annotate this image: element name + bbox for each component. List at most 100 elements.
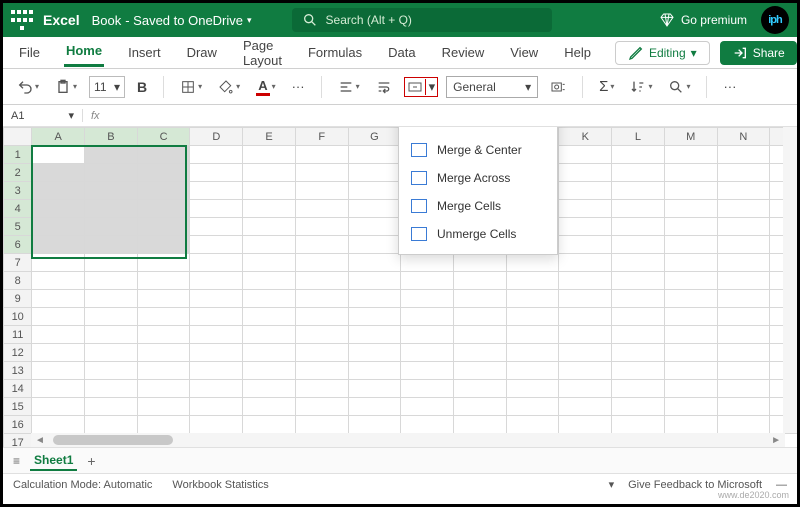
cell[interactable] — [506, 308, 559, 326]
cell[interactable] — [137, 146, 190, 164]
cell[interactable] — [454, 416, 507, 434]
cell[interactable] — [612, 290, 665, 308]
cell[interactable] — [717, 290, 770, 308]
tab-help[interactable]: Help — [562, 41, 593, 64]
number-format-select[interactable]: General ▾ — [446, 76, 538, 98]
cell[interactable] — [190, 308, 243, 326]
col-header[interactable]: G — [348, 128, 401, 146]
cell[interactable] — [243, 164, 296, 182]
cell[interactable] — [348, 164, 401, 182]
col-header[interactable]: L — [612, 128, 665, 146]
cell[interactable] — [717, 344, 770, 362]
cell[interactable] — [85, 272, 138, 290]
cell[interactable] — [348, 290, 401, 308]
merge-center-item[interactable]: Merge & Center — [399, 136, 557, 164]
cell[interactable] — [295, 236, 348, 254]
cell[interactable] — [295, 380, 348, 398]
cell[interactable] — [137, 290, 190, 308]
cell[interactable] — [348, 272, 401, 290]
cell[interactable] — [664, 146, 717, 164]
row-header[interactable]: 9 — [4, 290, 32, 308]
cell[interactable] — [32, 308, 85, 326]
cell[interactable] — [243, 236, 296, 254]
col-header[interactable]: F — [295, 128, 348, 146]
cell[interactable] — [295, 146, 348, 164]
cell[interactable] — [85, 398, 138, 416]
currency-button[interactable] — [546, 77, 570, 97]
undo-button[interactable]: ▾ — [13, 77, 43, 97]
col-header[interactable]: N — [717, 128, 770, 146]
cell[interactable] — [295, 182, 348, 200]
row-header[interactable]: 14 — [4, 380, 32, 398]
cell[interactable] — [85, 362, 138, 380]
workbook-stats[interactable]: Workbook Statistics — [172, 479, 268, 491]
bold-button[interactable]: B — [133, 77, 151, 97]
cell[interactable] — [190, 164, 243, 182]
cell[interactable] — [85, 344, 138, 362]
app-launcher-icon[interactable] — [11, 9, 33, 31]
tab-home[interactable]: Home — [64, 39, 104, 67]
cell[interactable] — [717, 218, 770, 236]
cell[interactable] — [295, 326, 348, 344]
cell[interactable] — [559, 380, 612, 398]
merge-cells-item[interactable]: Merge Cells — [399, 192, 557, 220]
col-header[interactable]: K — [559, 128, 612, 146]
cell[interactable] — [32, 362, 85, 380]
row-header[interactable]: 4 — [4, 200, 32, 218]
cell[interactable] — [190, 254, 243, 272]
row-header[interactable]: 10 — [4, 308, 32, 326]
calc-mode[interactable]: Calculation Mode: Automatic — [13, 479, 152, 491]
cell[interactable] — [295, 218, 348, 236]
cell[interactable] — [85, 254, 138, 272]
cell[interactable] — [243, 344, 296, 362]
cell[interactable] — [137, 416, 190, 434]
row-header[interactable]: 6 — [4, 236, 32, 254]
share-button[interactable]: Share — [720, 41, 797, 65]
cell[interactable] — [401, 416, 454, 434]
cell[interactable] — [717, 362, 770, 380]
document-name[interactable]: Book - Saved to OneDrive ▾ — [92, 13, 252, 28]
row-header[interactable]: 5 — [4, 218, 32, 236]
cell[interactable] — [243, 200, 296, 218]
cell[interactable] — [559, 218, 612, 236]
cell[interactable] — [612, 344, 665, 362]
cell[interactable] — [85, 290, 138, 308]
cell[interactable] — [32, 398, 85, 416]
cell[interactable] — [559, 164, 612, 182]
cell[interactable] — [559, 362, 612, 380]
cell[interactable] — [612, 362, 665, 380]
cell[interactable] — [190, 272, 243, 290]
cell[interactable] — [348, 362, 401, 380]
tab-file[interactable]: File — [17, 41, 42, 64]
go-premium-button[interactable]: Go premium — [659, 12, 747, 28]
cell[interactable] — [295, 254, 348, 272]
cell[interactable] — [559, 398, 612, 416]
cell[interactable] — [32, 164, 85, 182]
cell[interactable] — [32, 200, 85, 218]
cell[interactable] — [664, 218, 717, 236]
cell[interactable] — [612, 308, 665, 326]
cell[interactable] — [664, 326, 717, 344]
all-sheets-button[interactable]: ≡ — [13, 454, 20, 468]
cell[interactable] — [295, 272, 348, 290]
cell[interactable] — [664, 308, 717, 326]
cell[interactable] — [559, 290, 612, 308]
cell[interactable] — [295, 398, 348, 416]
cell[interactable] — [243, 182, 296, 200]
cell[interactable] — [664, 272, 717, 290]
cell[interactable] — [506, 254, 559, 272]
row-header[interactable]: 17 — [4, 434, 32, 448]
cell[interactable] — [190, 344, 243, 362]
font-color-button[interactable]: A▾ — [252, 76, 279, 98]
cell[interactable] — [717, 308, 770, 326]
scrollbar-thumb[interactable] — [53, 435, 173, 445]
cell[interactable] — [190, 290, 243, 308]
cell[interactable] — [717, 164, 770, 182]
cell[interactable] — [559, 326, 612, 344]
cell[interactable] — [243, 398, 296, 416]
cell[interactable] — [506, 380, 559, 398]
cell[interactable] — [454, 308, 507, 326]
cell[interactable] — [664, 290, 717, 308]
cell[interactable] — [190, 218, 243, 236]
cell[interactable] — [190, 326, 243, 344]
